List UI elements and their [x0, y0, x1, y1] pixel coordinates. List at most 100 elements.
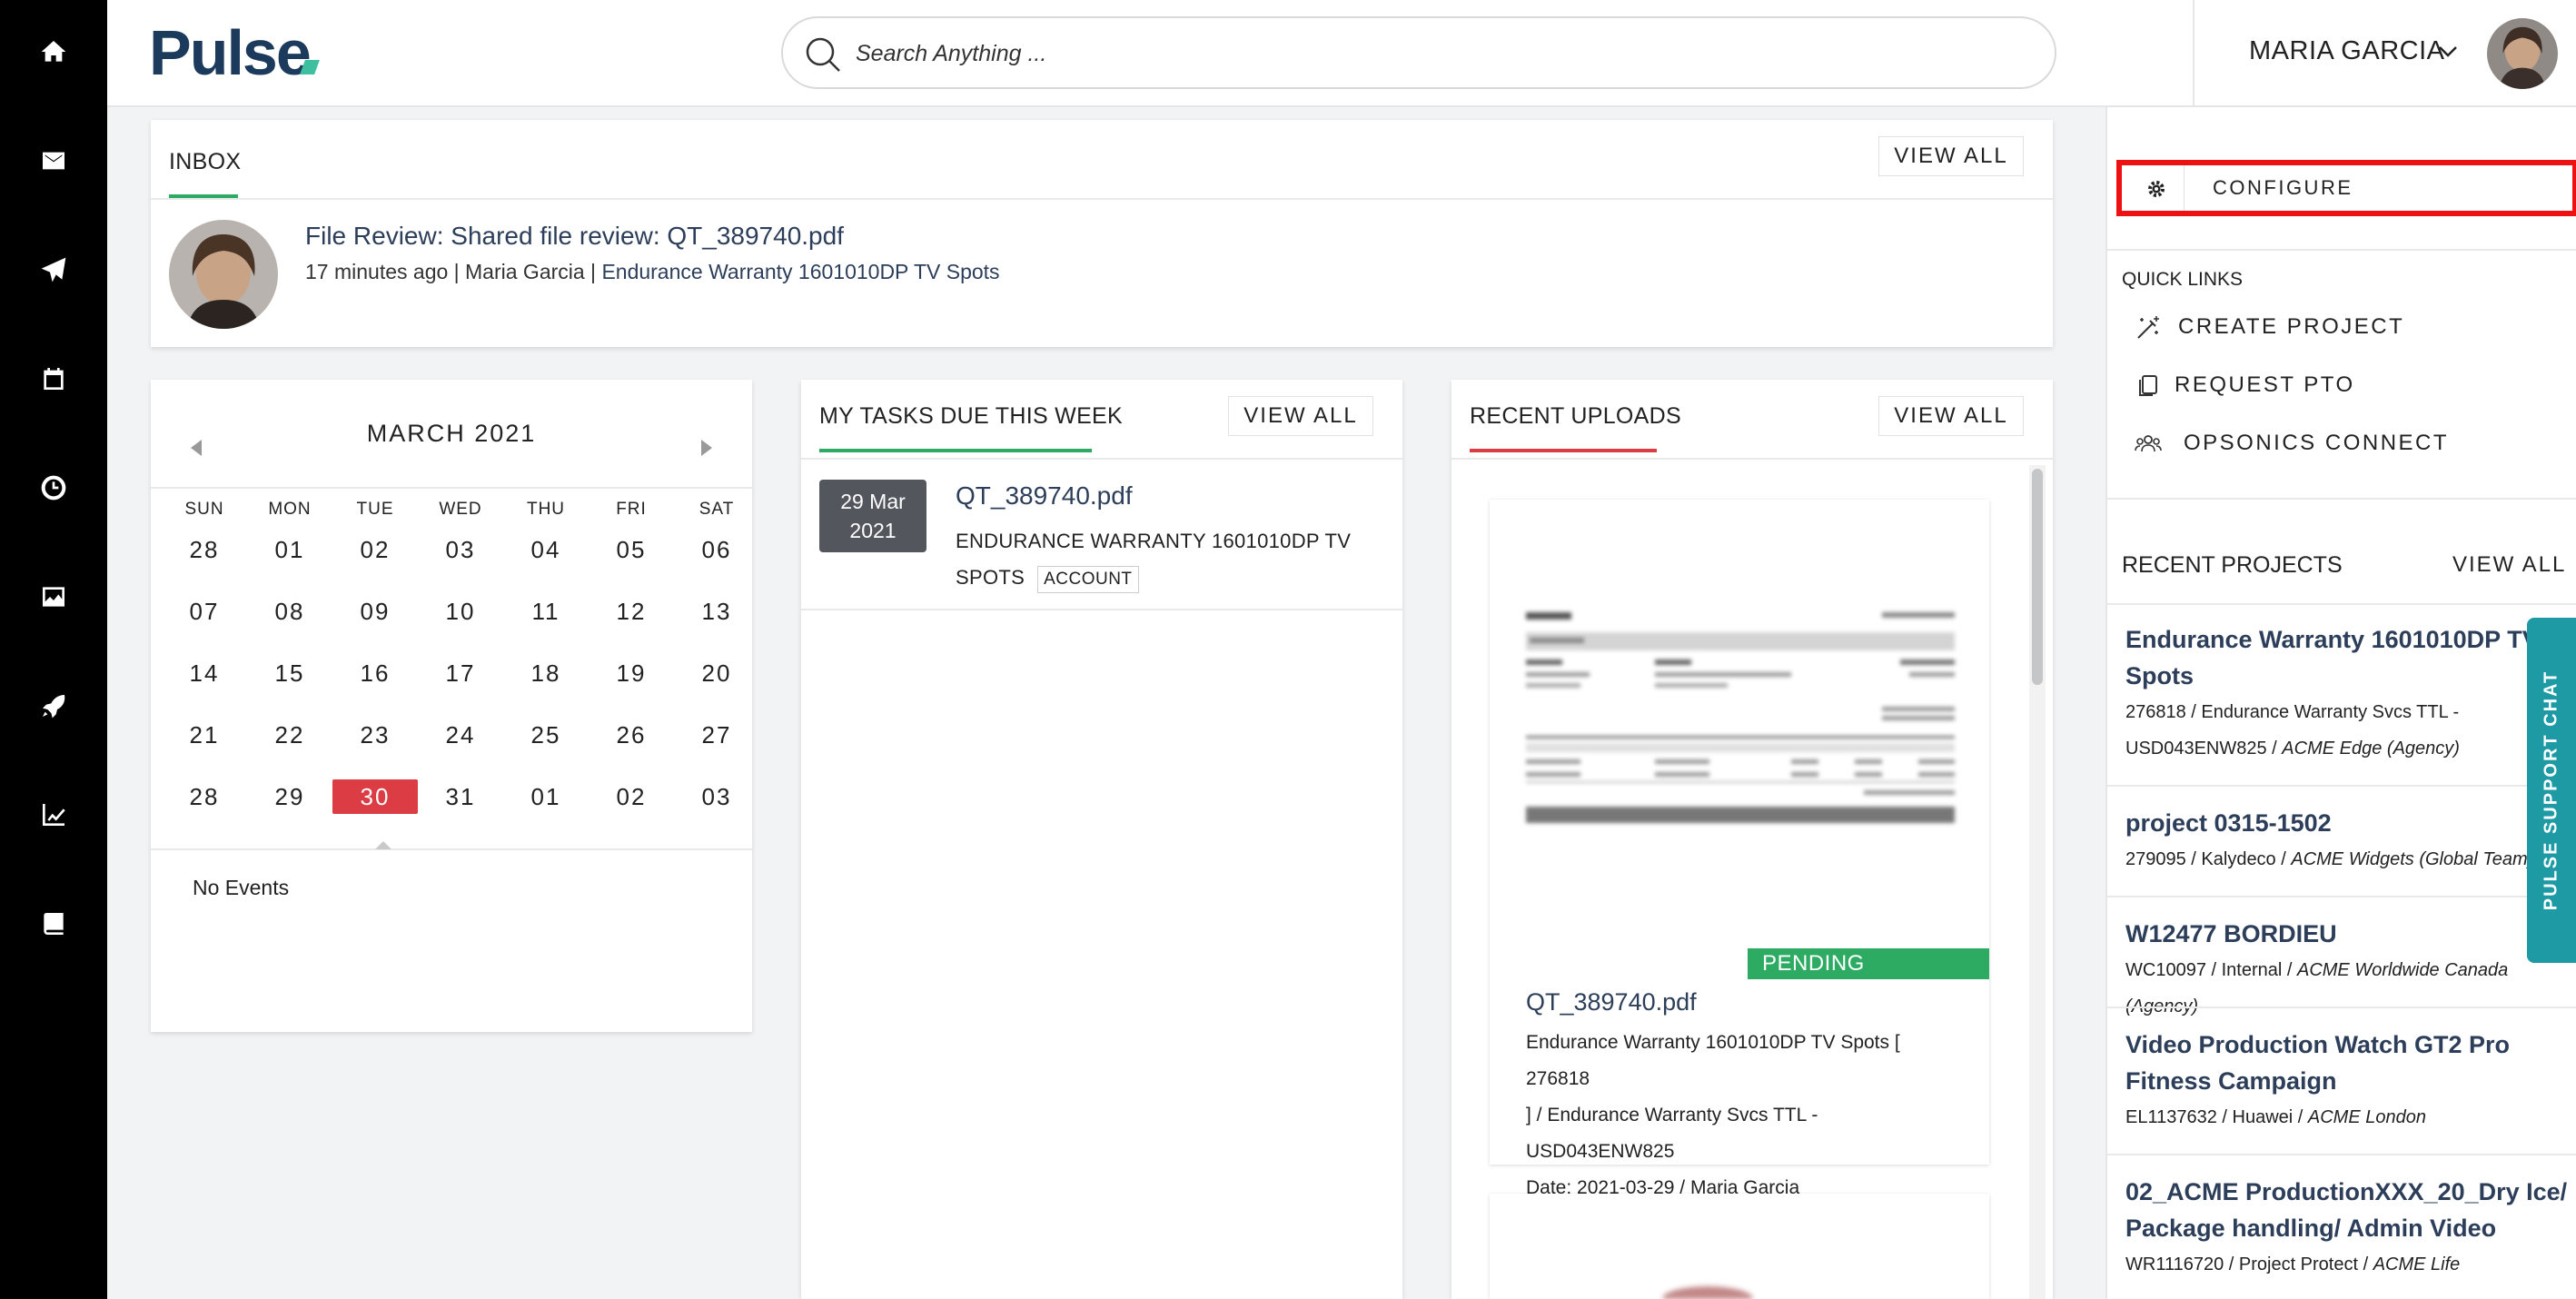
- calendar-day[interactable]: 06: [674, 532, 759, 567]
- calendar-day[interactable]: 26: [589, 718, 674, 752]
- calendar-day[interactable]: 10: [418, 594, 503, 629]
- recent-project-item[interactable]: project 0315-1502 279095 / Kalydeco / AC…: [2125, 805, 2571, 878]
- calendar-day[interactable]: 29: [247, 779, 332, 814]
- calendar-day[interactable]: 13: [674, 594, 759, 629]
- divider: [2184, 165, 2185, 211]
- pulse-logo[interactable]: Pulse: [149, 16, 312, 89]
- calendar-day[interactable]: 07: [162, 594, 247, 629]
- document-thumbnail: [1519, 600, 1962, 836]
- calendar-day[interactable]: 25: [503, 718, 589, 752]
- chevron-right-icon[interactable]: [692, 434, 719, 461]
- calendar-day[interactable]: 01: [503, 779, 589, 814]
- calendar-day[interactable]: 09: [332, 594, 418, 629]
- calendar-day[interactable]: 05: [589, 532, 674, 567]
- task-due-year: 2021: [849, 519, 897, 542]
- clock-icon[interactable]: [31, 465, 76, 511]
- quick-link-request-pto[interactable]: REQUEST PTO: [2135, 367, 2516, 403]
- calendar-day[interactable]: 23: [332, 718, 418, 752]
- calendar-day[interactable]: 01: [247, 532, 332, 567]
- recent-project-item[interactable]: Endurance Warranty 1601010DP TV Spots 27…: [2125, 621, 2571, 767]
- image-icon[interactable]: [31, 574, 76, 620]
- calendar-day[interactable]: 11: [503, 594, 589, 629]
- calendar-day[interactable]: 18: [503, 656, 589, 690]
- recent-project-item[interactable]: 02_ACME ProductionXXX_20_Dry Ice/ Packag…: [2125, 1174, 2571, 1283]
- recent-project-item[interactable]: Video Production Watch GT2 Pro Fitness C…: [2125, 1026, 2571, 1135]
- calendar-day[interactable]: 27: [674, 718, 759, 752]
- inbox-item-title[interactable]: File Review: Shared file review: QT_3897…: [305, 222, 844, 251]
- calendar-day[interactable]: 17: [418, 656, 503, 690]
- upload-item[interactable]: PENDING APPROVAL QT_389740.pdf Endurance…: [1490, 500, 1989, 1198]
- project-meta: WC10097 / Internal / ACME Worldwide Cana…: [2125, 952, 2571, 1025]
- uploads-view-all-button[interactable]: VIEW ALL: [1878, 396, 2024, 436]
- project-title[interactable]: W12477 BORDIEU: [2125, 916, 2571, 952]
- calendar-day[interactable]: 03: [674, 779, 759, 814]
- project-title[interactable]: Endurance Warranty 1601010DP TV Spots: [2125, 621, 2571, 694]
- upload-file-link[interactable]: QT_389740.pdf: [1526, 988, 1697, 1016]
- calendar-day[interactable]: 16: [332, 656, 418, 690]
- home-icon[interactable]: [31, 29, 76, 74]
- upload-item[interactable]: [1490, 1194, 1989, 1299]
- rocket-icon[interactable]: [31, 683, 76, 729]
- project-title[interactable]: 02_ACME ProductionXXX_20_Dry Ice/ Packag…: [2125, 1174, 2571, 1246]
- configure-button[interactable]: CONFIGURE: [2116, 160, 2576, 216]
- recent-projects-view-all-button[interactable]: VIEW ALL: [2452, 552, 2566, 578]
- chart-icon[interactable]: [31, 792, 76, 838]
- quick-link-label: CREATE PROJECT: [2178, 314, 2405, 339]
- project-title[interactable]: Video Production Watch GT2 Pro Fitness C…: [2125, 1026, 2571, 1099]
- calendar-day[interactable]: 08: [247, 594, 332, 629]
- quick-link-opsonics-connect[interactable]: OPSONICS CONNECT: [2135, 425, 2534, 461]
- divider: [1451, 458, 2053, 460]
- send-icon[interactable]: [31, 247, 76, 293]
- user-menu[interactable]: MARIA GARCIA: [2249, 36, 2445, 66]
- calendar-day[interactable]: 02: [589, 779, 674, 814]
- divider: [2107, 603, 2576, 605]
- scrollbar-thumb[interactable]: [2032, 469, 2043, 685]
- project-title[interactable]: project 0315-1502: [2125, 805, 2571, 841]
- calendar-day[interactable]: 14: [162, 656, 247, 690]
- calendar-card: MARCH 2021 SUN MON TUE WED THU FRI SAT 28 01 02 0…: [151, 380, 752, 1032]
- calendar-day[interactable]: 12: [589, 594, 674, 629]
- mail-icon[interactable]: [31, 138, 76, 183]
- support-chat-label: PULSE SUPPORT CHAT: [2541, 669, 2561, 911]
- book-icon[interactable]: [31, 901, 76, 947]
- divider: [2107, 1006, 2576, 1008]
- calendar-day[interactable]: 20: [674, 656, 759, 690]
- calendar-day[interactable]: 22: [247, 718, 332, 752]
- calendar-day[interactable]: 02: [332, 532, 418, 567]
- calendar-day[interactable]: 31: [418, 779, 503, 814]
- calendar-weekday: WED: [439, 500, 482, 519]
- quick-link-create-project[interactable]: CREATE PROJECT: [2135, 309, 2516, 345]
- upload-thumbnail: [1490, 1194, 1989, 1299]
- inbox-item-meta: 17 minutes ago | Maria Garcia | Enduranc…: [305, 260, 1000, 284]
- calendar-day[interactable]: 03: [418, 532, 503, 567]
- calendar-day[interactable]: 24: [418, 718, 503, 752]
- task-file-link[interactable]: QT_389740.pdf: [956, 481, 1133, 511]
- inbox-item-project-link[interactable]: Endurance Warranty 1601010DP TV Spots: [601, 260, 999, 283]
- project-meta: 279095 / Kalydeco / ACME Widgets (Global…: [2125, 841, 2571, 878]
- today-caret: [375, 841, 391, 849]
- calendar-icon[interactable]: [31, 356, 76, 402]
- calendar-day[interactable]: 28: [162, 532, 247, 567]
- search-box[interactable]: [781, 16, 2056, 89]
- search-input[interactable]: [856, 29, 1946, 78]
- upload-desc-line: Endurance Warranty 1601010DP TV Spots [ …: [1526, 1032, 1900, 1089]
- status-badge: PENDING APPROVAL: [1748, 948, 1989, 1006]
- avatar[interactable]: [2487, 18, 2558, 89]
- calendar-day[interactable]: 30: [332, 779, 418, 814]
- calendar-day[interactable]: 28: [162, 779, 247, 814]
- calendar-day[interactable]: 19: [589, 656, 674, 690]
- uploads-tab-underline: [1470, 449, 1657, 452]
- divider: [2107, 1154, 2576, 1155]
- inbox-view-all-button[interactable]: VIEW ALL: [1878, 136, 2024, 176]
- divider: [151, 848, 752, 850]
- calendar-day[interactable]: 21: [162, 718, 247, 752]
- calendar-day[interactable]: 04: [503, 532, 589, 567]
- avatar: [169, 220, 278, 329]
- recent-uploads-card: RECENT UPLOADS VIEW ALL PENDING APPROVAL…: [1451, 380, 2053, 1299]
- tasks-tab-underline: [819, 449, 1092, 452]
- support-chat-tab[interactable]: PULSE SUPPORT CHAT: [2527, 618, 2576, 963]
- recent-project-item[interactable]: W12477 BORDIEU WC10097 / Internal / ACME…: [2125, 916, 2571, 1025]
- chevron-down-icon[interactable]: [2438, 45, 2458, 58]
- tasks-view-all-button[interactable]: VIEW ALL: [1228, 396, 1373, 436]
- calendar-day[interactable]: 15: [247, 656, 332, 690]
